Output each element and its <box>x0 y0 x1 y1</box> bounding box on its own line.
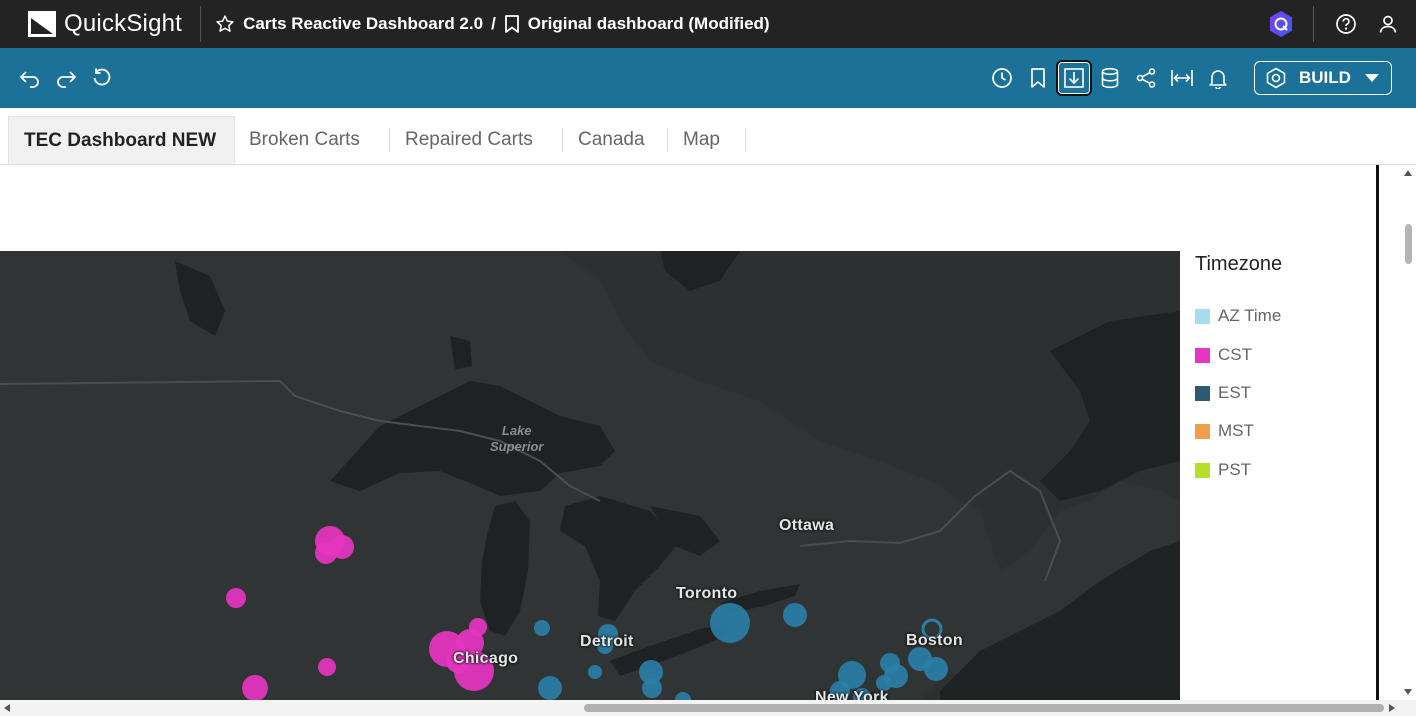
tab-label: TEC Dashboard NEW <box>24 129 217 151</box>
tab-repaired-carts[interactable]: Repaired Carts <box>405 116 533 164</box>
chevron-down-icon <box>1364 74 1379 82</box>
bookmarks-icon[interactable] <box>1020 60 1056 96</box>
build-hex-icon <box>1266 67 1286 89</box>
tab-label: Canada <box>578 129 645 150</box>
map-legend: Timezone AZ Time CST EST MST PST <box>1195 251 1378 479</box>
tab-canada[interactable]: Canada <box>578 116 645 164</box>
city-label-new-york: New York <box>815 689 889 700</box>
divider <box>200 6 202 42</box>
legend-swatch <box>1195 347 1210 363</box>
fit-width-icon[interactable] <box>1164 60 1200 96</box>
share-icon[interactable] <box>1128 60 1164 96</box>
divider <box>1313 6 1314 42</box>
schedule-clock-icon[interactable] <box>984 60 1020 96</box>
legend-swatch <box>1195 308 1210 324</box>
legend-item-mst[interactable]: MST <box>1195 421 1254 441</box>
tab-divider <box>562 128 563 152</box>
canvas-edge <box>1376 165 1379 700</box>
breadcrumb: Carts Reactive Dashboard 2.0 / Original … <box>215 14 770 34</box>
export-download-icon[interactable] <box>1056 60 1092 96</box>
reset-icon[interactable] <box>88 64 116 92</box>
dashboard-title[interactable]: Carts Reactive Dashboard 2.0 <box>243 14 483 34</box>
legend-item-est[interactable]: EST <box>1195 383 1251 403</box>
tab-tec-dashboard-new[interactable]: TEC Dashboard NEW <box>8 116 235 164</box>
alerts-bell-icon[interactable] <box>1200 60 1236 96</box>
dataset-icon[interactable] <box>1092 60 1128 96</box>
lake-superior-label: Lake Superior <box>490 423 544 454</box>
build-label: BUILD <box>1299 68 1351 87</box>
legend-label: EST <box>1218 383 1252 402</box>
scroll-left-arrow-icon[interactable] <box>4 704 10 712</box>
tab-map[interactable]: Map <box>683 116 720 164</box>
q-assistant-icon[interactable] <box>1267 10 1295 38</box>
tab-divider <box>667 128 668 152</box>
breadcrumb-separator: / <box>491 14 496 33</box>
legend-swatch <box>1195 385 1210 401</box>
legend-item-az-time[interactable]: AZ Time <box>1195 306 1281 326</box>
tab-divider <box>389 128 390 152</box>
help-icon[interactable] <box>1332 10 1360 38</box>
app-name: QuickSight <box>64 10 183 37</box>
tab-divider <box>745 128 746 152</box>
tab-broken-carts[interactable]: Broken Carts <box>249 116 360 164</box>
legend-label: CST <box>1218 345 1252 364</box>
redo-icon[interactable] <box>52 64 80 92</box>
tab-label: Map <box>683 129 720 150</box>
legend-swatch <box>1195 423 1210 439</box>
city-label-ottawa: Ottawa <box>779 517 835 534</box>
horizontal-scroll-thumb[interactable] <box>584 704 1384 712</box>
user-icon[interactable] <box>1374 10 1402 38</box>
scroll-up-arrow-icon[interactable] <box>1404 170 1412 176</box>
city-label-boston: Boston <box>906 632 963 649</box>
dashboard-toolbar: BUILD <box>0 48 1416 108</box>
legend-label: AZ Time <box>1218 306 1282 325</box>
undo-icon[interactable] <box>16 64 44 92</box>
scroll-right-arrow-icon[interactable] <box>1389 704 1395 712</box>
quicksight-logo-icon <box>28 11 56 37</box>
quicksight-logo[interactable]: QuickSight <box>0 0 182 48</box>
tab-label: Repaired Carts <box>405 129 533 150</box>
points-on-map-visual[interactable]: Lake Superior Ottawa Toronto Detroit Chic… <box>0 251 1180 700</box>
city-label-detroit: Detroit <box>580 633 634 650</box>
sheet-title[interactable]: Original dashboard (Modified) <box>528 14 770 34</box>
tab-label: Broken Carts <box>249 129 360 150</box>
legend-item-pst[interactable]: PST <box>1195 460 1251 480</box>
city-label-toronto: Toronto <box>676 585 738 602</box>
bookmark-icon <box>504 14 520 34</box>
scroll-down-arrow-icon[interactable] <box>1404 689 1412 695</box>
dashboard-canvas: Lake Superior Ottawa Toronto Detroit Chic… <box>0 165 1378 700</box>
city-label-chicago: Chicago <box>453 650 519 667</box>
top-navigation-bar: QuickSight Carts Reactive Dashboard 2.0 … <box>0 0 1416 48</box>
star-icon[interactable] <box>215 14 235 34</box>
sheet-tabs: TEC Dashboard NEW Broken Carts Repaired … <box>0 108 1416 165</box>
legend-swatch <box>1195 462 1210 478</box>
legend-label: MST <box>1218 421 1254 440</box>
build-button[interactable]: BUILD <box>1254 61 1392 95</box>
legend-label: PST <box>1218 460 1252 479</box>
legend-item-cst[interactable]: CST <box>1195 345 1252 365</box>
legend-title: Timezone <box>1195 253 1283 275</box>
vertical-scroll-thumb[interactable] <box>1405 224 1412 264</box>
